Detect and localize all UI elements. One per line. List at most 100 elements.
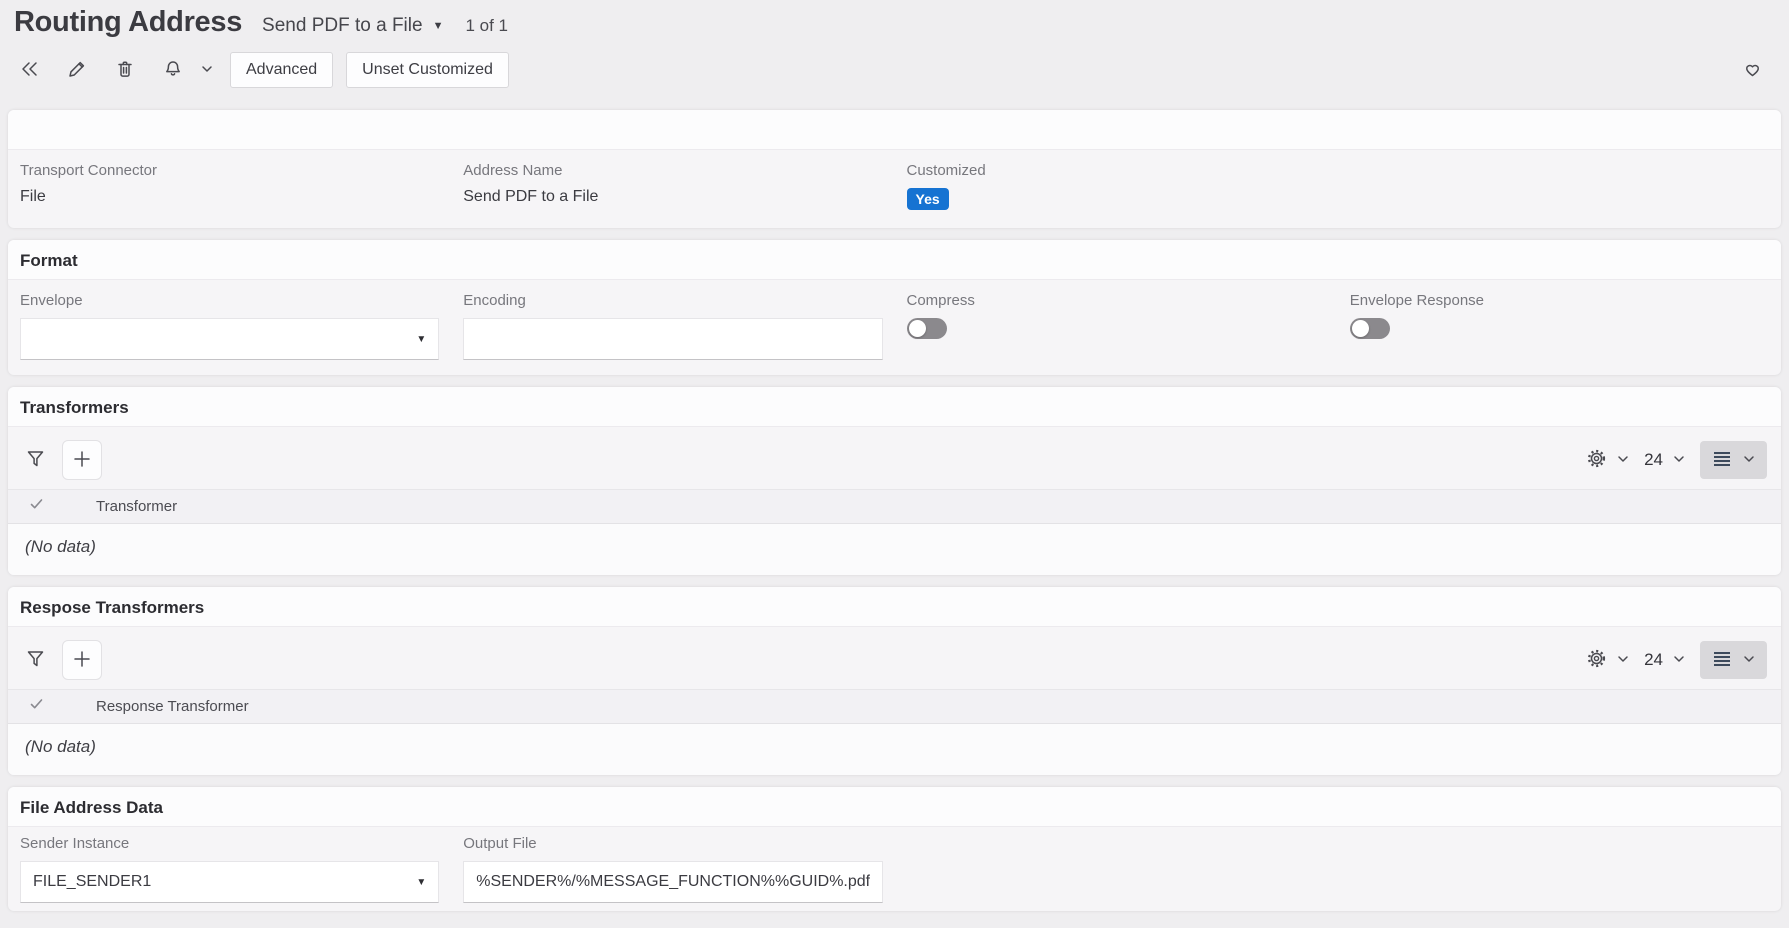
chevron-down-icon xyxy=(1742,452,1756,469)
envelope-select[interactable]: ▼ xyxy=(20,318,440,360)
field-compress: Compress xyxy=(906,292,1326,360)
select-column-icon[interactable] xyxy=(29,497,44,516)
section-title: Transformers xyxy=(20,397,129,417)
content-area: Transport Connector File Address Name Se… xyxy=(0,110,1789,911)
field-sender-instance: Sender Instance FILE_SENDER1 ▼ xyxy=(20,835,440,903)
no-data-text: (No data) xyxy=(25,537,96,556)
field-label: Encoding xyxy=(463,292,526,309)
add-response-transformer-button[interactable] xyxy=(62,640,102,680)
chevron-down-icon xyxy=(1672,452,1686,469)
status-badge: Yes xyxy=(906,188,949,210)
field-output-file: Output File xyxy=(463,835,883,903)
chevron-down-icon xyxy=(1616,452,1630,469)
sender-instance-value: FILE_SENDER1 xyxy=(33,873,152,890)
view-mode-button[interactable] xyxy=(1700,641,1767,679)
chevron-down-icon xyxy=(1742,652,1756,669)
no-data-text: (No data) xyxy=(25,737,96,756)
field-value: Send PDF to a File xyxy=(463,188,599,205)
field-encoding: Encoding xyxy=(463,292,883,360)
collapse-button[interactable] xyxy=(14,53,44,87)
field-address-name: Address Name Send PDF to a File xyxy=(463,162,882,210)
chevron-down-icon: ▼ xyxy=(432,20,444,32)
notifications-button[interactable] xyxy=(158,53,188,87)
trash-icon xyxy=(115,59,135,82)
response-transformers-grid-toolbar: 24 xyxy=(8,627,1781,689)
field-envelope: Envelope ▼ xyxy=(20,292,440,360)
field-empty xyxy=(1350,835,1769,903)
transformers-card: Transformers 24 Transformer (No data) xyxy=(8,387,1781,575)
field-label: Address Name xyxy=(463,162,563,179)
field-customized: Customized Yes xyxy=(906,162,1326,210)
favorite-button[interactable] xyxy=(1737,53,1767,87)
encoding-input[interactable] xyxy=(463,318,883,360)
list-view-icon xyxy=(1711,650,1733,671)
list-view-icon xyxy=(1711,450,1733,471)
plus-icon xyxy=(71,448,93,473)
advanced-button[interactable]: Advanced xyxy=(230,52,334,88)
toggle-knob xyxy=(1351,320,1369,337)
summary-card-header xyxy=(8,110,1781,150)
output-file-input[interactable] xyxy=(463,861,883,903)
transformers-empty-row: (No data) xyxy=(8,524,1781,575)
action-toolbar: Advanced Unset Customized xyxy=(14,52,1773,88)
select-column-icon[interactable] xyxy=(29,697,44,716)
bell-icon xyxy=(163,59,183,82)
transformers-grid-toolbar: 24 xyxy=(8,427,1781,489)
page-title: Routing Address xyxy=(14,6,243,38)
compress-toggle[interactable] xyxy=(906,318,947,339)
transformers-table-header: Transformer xyxy=(8,489,1781,524)
delete-button[interactable] xyxy=(110,53,140,87)
page-size-value: 24 xyxy=(1644,650,1663,669)
field-label: Envelope Response xyxy=(1349,292,1485,309)
view-mode-button[interactable] xyxy=(1700,441,1767,479)
gear-icon xyxy=(1586,648,1607,672)
chevron-down-icon xyxy=(1672,652,1686,669)
page-size-value: 24 xyxy=(1644,450,1663,469)
edit-button[interactable] xyxy=(62,53,92,87)
field-label: Transport Connector xyxy=(20,162,158,179)
chevron-down-icon xyxy=(200,62,214,79)
field-label: Compress xyxy=(906,292,975,309)
toggle-knob xyxy=(908,320,926,337)
response-transformers-table-header: Response Transformer xyxy=(8,689,1781,724)
field-empty xyxy=(907,835,1326,903)
response-transformers-empty-row: (No data) xyxy=(8,724,1781,775)
pagination-label: 1 of 1 xyxy=(465,16,509,35)
file-address-card: File Address Data Sender Instance FILE_S… xyxy=(8,787,1781,911)
response-transformers-card: Respose Transformers 24 Response Transfo… xyxy=(8,587,1781,775)
summary-card: Transport Connector File Address Name Se… xyxy=(8,110,1781,228)
field-label: Customized xyxy=(906,162,986,179)
field-empty xyxy=(1350,162,1769,210)
grid-settings-button[interactable] xyxy=(1586,448,1630,472)
field-transport-connector: Transport Connector File xyxy=(20,162,439,210)
filter-button[interactable] xyxy=(20,640,50,680)
caret-down-icon: ▼ xyxy=(416,876,427,888)
caret-down-icon: ▼ xyxy=(416,333,427,345)
gear-icon xyxy=(1586,448,1607,472)
sender-instance-select[interactable]: FILE_SENDER1 ▼ xyxy=(20,861,440,903)
filter-icon xyxy=(25,448,46,472)
chevron-down-icon xyxy=(1616,652,1630,669)
unset-customized-button[interactable]: Unset Customized xyxy=(346,52,509,88)
field-value: File xyxy=(20,188,46,205)
envelope-response-toggle[interactable] xyxy=(1349,318,1390,339)
pencil-icon xyxy=(67,59,87,82)
column-header-response-transformer[interactable]: Response Transformer xyxy=(96,698,249,715)
grid-settings-button[interactable] xyxy=(1586,648,1630,672)
page-size-dropdown[interactable]: 24 xyxy=(1644,650,1686,670)
section-title: Format xyxy=(20,250,78,270)
heart-icon xyxy=(1743,60,1762,81)
filter-icon xyxy=(25,648,46,672)
section-title: Respose Transformers xyxy=(20,597,205,617)
page-size-dropdown[interactable]: 24 xyxy=(1644,450,1686,470)
double-chevron-left-icon xyxy=(19,59,40,82)
notifications-menu-button[interactable] xyxy=(198,53,216,87)
add-transformer-button[interactable] xyxy=(62,440,102,480)
filter-button[interactable] xyxy=(20,440,50,480)
column-header-transformer[interactable]: Transformer xyxy=(96,498,177,515)
record-selector-label: Send PDF to a File xyxy=(262,15,423,36)
record-selector-dropdown[interactable]: Send PDF to a File ▼ xyxy=(262,15,443,37)
plus-icon xyxy=(71,648,93,673)
field-label: Output File xyxy=(463,835,537,852)
field-envelope-response: Envelope Response xyxy=(1349,292,1769,360)
